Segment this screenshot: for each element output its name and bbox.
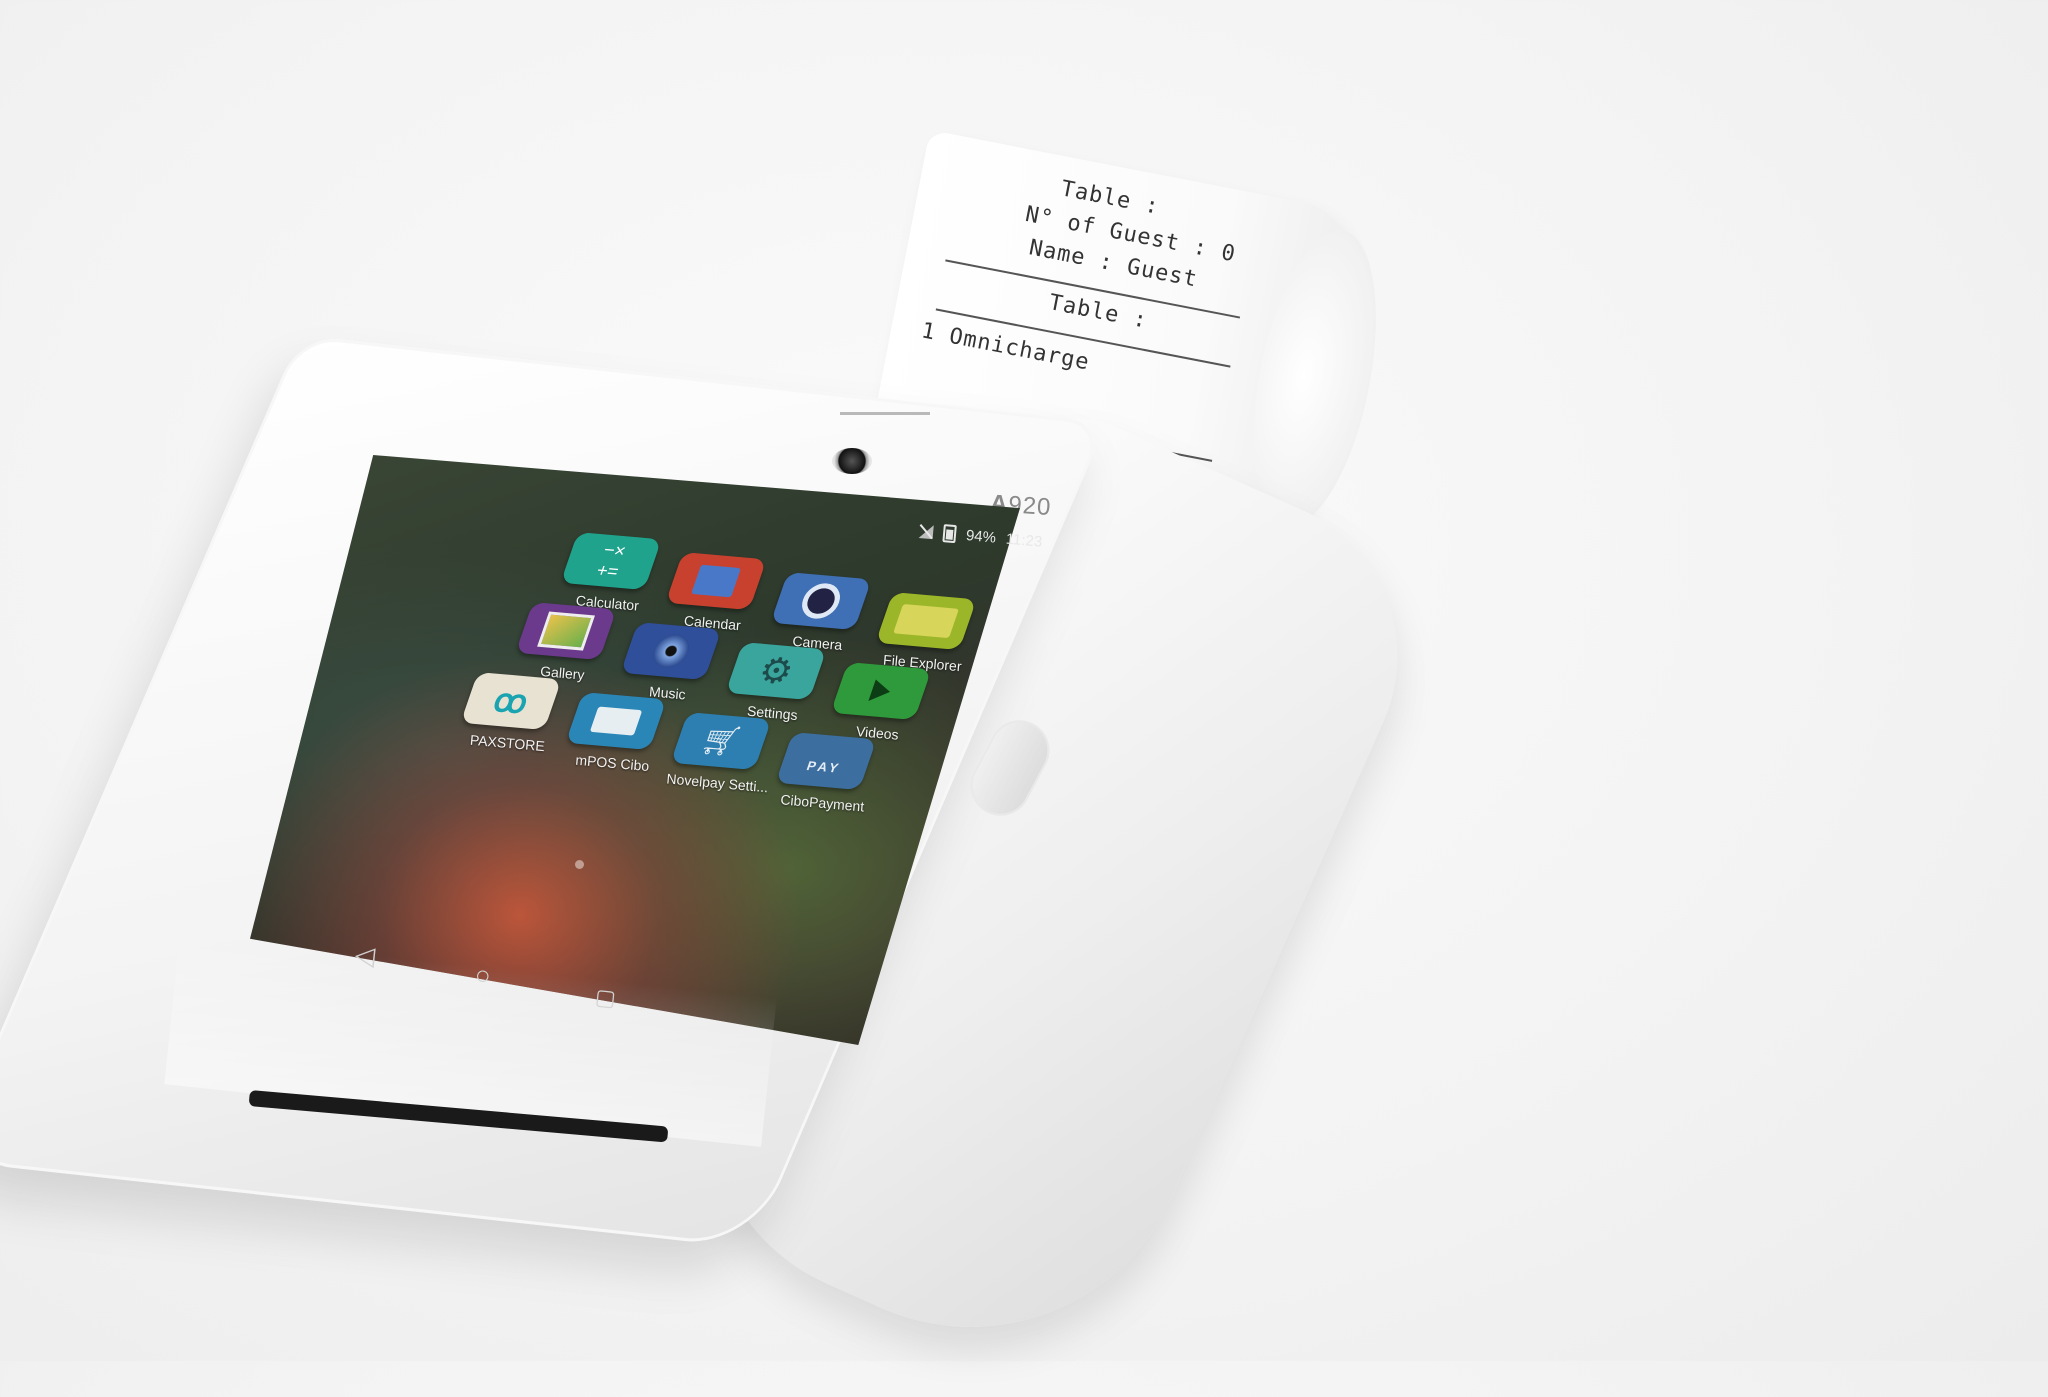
- app-paxstore[interactable]: ꝏ PAXSTORE: [452, 670, 568, 755]
- receipt-line: 1 Omnicharge: [919, 318, 1092, 376]
- app-novelpay-settings[interactable]: 🛒︎ Novelpay Setti...: [662, 710, 778, 795]
- no-signal-icon: [919, 524, 934, 539]
- app-calculator[interactable]: −× += Calculator: [552, 530, 668, 615]
- pay-icon: PAY: [775, 732, 877, 791]
- play-icon: [830, 662, 932, 721]
- folder-icon: [875, 592, 977, 651]
- calculator-icon: −× +=: [560, 532, 662, 591]
- page-indicator: [575, 860, 584, 869]
- music-icon: [620, 622, 722, 681]
- camera-icon: [770, 572, 872, 631]
- app-file-explorer[interactable]: File Explorer: [867, 590, 983, 675]
- back-icon[interactable]: ◁: [353, 939, 377, 972]
- recents-icon[interactable]: ▢: [594, 984, 617, 1012]
- paxstore-icon: ꝏ: [460, 672, 562, 731]
- calendar-icon: [665, 552, 767, 611]
- app-music[interactable]: Music: [612, 620, 728, 705]
- cart-icon: 🛒︎: [670, 712, 772, 771]
- home-icon[interactable]: ○: [473, 959, 493, 991]
- app-cibopayment[interactable]: PAY CiboPayment: [767, 730, 883, 815]
- app-settings[interactable]: ⚙ Settings: [717, 640, 833, 725]
- app-gallery[interactable]: Gallery: [507, 600, 623, 685]
- scene: Table : N° of Guest : 0 Name : Guest Tab…: [0, 0, 2048, 1397]
- app-camera[interactable]: Camera: [762, 570, 878, 655]
- clock: 11:23: [1005, 530, 1043, 551]
- app-calendar[interactable]: Calendar: [657, 550, 773, 635]
- gallery-icon: [515, 602, 617, 661]
- battery-level: 94%: [965, 526, 997, 547]
- gear-icon: ⚙: [725, 642, 827, 701]
- battery-icon: [942, 524, 957, 544]
- camera-lens: [832, 448, 872, 474]
- mpos-icon: [565, 692, 667, 751]
- app-videos[interactable]: Videos: [822, 660, 938, 745]
- app-mpos-cibo[interactable]: mPOS Cibo: [557, 690, 673, 775]
- paper-roll: [1232, 220, 1398, 536]
- printer-mark: [840, 388, 930, 415]
